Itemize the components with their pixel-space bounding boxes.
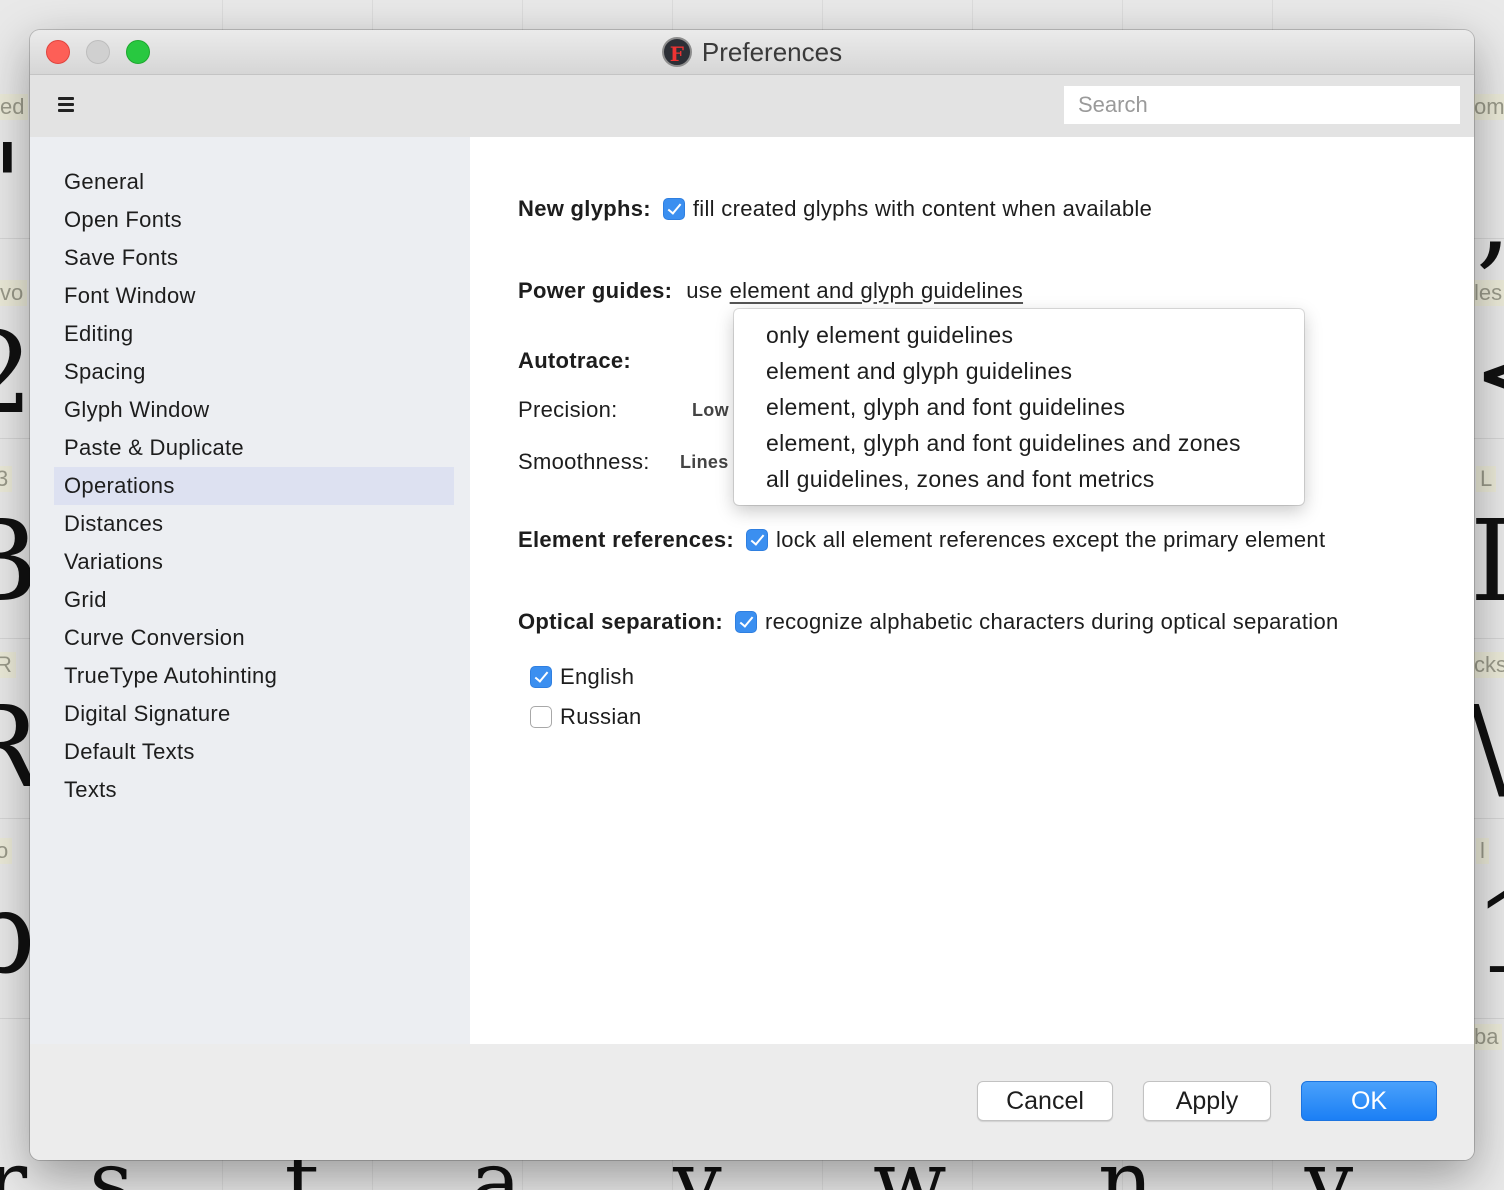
hamburger-menu-icon[interactable]	[58, 97, 74, 113]
sidebar-item-texts[interactable]: Texts	[54, 771, 454, 809]
glyph-cell-label: 3	[0, 466, 13, 492]
power-guides-label: Power guides:	[518, 278, 673, 303]
glyph-preview: 1	[1474, 878, 1504, 990]
title-bar[interactable]: F Preferences	[30, 30, 1474, 75]
element-references-text[interactable]: lock all element references except the p…	[776, 527, 1325, 553]
precision-label: Precision:	[518, 397, 618, 422]
precision-slider-min-label: Low	[692, 400, 729, 420]
dropdown-option[interactable]: element and glyph guidelines	[734, 353, 1304, 389]
smoothness-label: Smoothness:	[518, 449, 650, 474]
glyph-cell-label: cks	[1470, 652, 1504, 678]
glyph-cell-label: o	[0, 838, 13, 864]
window-title-group: F Preferences	[30, 30, 1474, 74]
glyph-preview: <	[1472, 318, 1504, 430]
new-glyphs-row: New glyphs: fill created glyphs with con…	[518, 196, 1152, 222]
sidebar-item-general[interactable]: General	[54, 163, 454, 201]
glyph-preview: '	[0, 130, 23, 242]
dropdown-option[interactable]: element, glyph and font guidelines and z…	[734, 425, 1304, 461]
glyph-preview: 2	[0, 318, 33, 430]
toolbar	[30, 75, 1474, 137]
sidebar-item-default-texts[interactable]: Default Texts	[54, 733, 454, 771]
sidebar-item-grid[interactable]: Grid	[54, 581, 454, 619]
sidebar-item-operations[interactable]: Operations	[54, 467, 454, 505]
glyph-cell-label: L	[1476, 466, 1497, 492]
autotrace-row: Autotrace:	[518, 348, 631, 374]
ok-button[interactable]: OK	[1301, 1081, 1437, 1121]
sidebar-item-paste-duplicate[interactable]: Paste & Duplicate	[54, 429, 454, 467]
english-checkbox[interactable]	[530, 666, 552, 688]
sidebar-list: General Open Fonts Save Fonts Font Windo…	[54, 163, 454, 809]
glyph-cell-label: ba	[1470, 1024, 1503, 1050]
power-guides-row: Power guides: use element and glyph guid…	[518, 278, 1023, 304]
dialog-footer: Cancel Apply OK	[30, 1044, 1474, 1160]
autotrace-label: Autotrace:	[518, 348, 632, 373]
dropdown-option[interactable]: element, glyph and font guidelines	[734, 389, 1304, 425]
glyph-preview: \	[1470, 683, 1504, 813]
glyph-cell-label: R	[0, 652, 16, 678]
power-guides-select[interactable]: element and glyph guidelines	[730, 278, 1023, 304]
optical-separation-label: Optical separation:	[518, 609, 723, 634]
element-references-checkbox[interactable]	[746, 529, 769, 551]
power-guides-prefix: use	[686, 278, 723, 303]
cancel-button[interactable]: Cancel	[977, 1081, 1113, 1121]
precision-row: Precision:	[518, 397, 618, 423]
sidebar-item-curve-conversion[interactable]: Curve Conversion	[54, 619, 454, 657]
glyph-cell-label: les	[1470, 280, 1504, 306]
sidebar-item-spacing[interactable]: Spacing	[54, 353, 454, 391]
optical-separation-row: Optical separation: recognize alphabetic…	[518, 609, 1339, 635]
sidebar-item-font-window[interactable]: Font Window	[54, 277, 454, 315]
app-icon: F	[661, 37, 692, 67]
glyph-cell-label: l	[1476, 838, 1489, 864]
search-input[interactable]	[1064, 86, 1460, 124]
optical-separation-text[interactable]: recognize alphabetic characters during o…	[765, 609, 1339, 635]
new-glyphs-checkbox[interactable]	[662, 198, 685, 220]
apply-button[interactable]: Apply	[1143, 1081, 1271, 1121]
preferences-window: F Preferences General Open Fonts Save Fo…	[30, 30, 1474, 1160]
element-references-label: Element references:	[518, 527, 735, 552]
russian-label[interactable]: Russian	[560, 704, 642, 730]
sidebar-item-save-fonts[interactable]: Save Fonts	[54, 239, 454, 277]
new-glyphs-text[interactable]: fill created glyphs with content when av…	[693, 196, 1152, 222]
dropdown-option[interactable]: all guidelines, zones and font metrics	[734, 461, 1304, 497]
element-references-row: Element references: lock all element ref…	[518, 527, 1325, 553]
smoothness-row: Smoothness:	[518, 449, 650, 475]
sidebar-item-truetype-autohinting[interactable]: TrueType Autohinting	[54, 657, 454, 695]
sidebar-item-editing[interactable]: Editing	[54, 315, 454, 353]
power-guides-dropdown-menu: only element guidelines element and glyp…	[734, 309, 1304, 505]
glyph-preview: I	[1470, 497, 1504, 627]
sidebar-item-variations[interactable]: Variations	[54, 543, 454, 581]
glyph-cell-label: om	[1470, 94, 1504, 120]
glyph-cell-label: ed	[0, 94, 29, 120]
optical-separation-checkbox[interactable]	[734, 611, 757, 633]
dropdown-option[interactable]: only element guidelines	[734, 317, 1304, 353]
glyph-preview: ,	[1476, 160, 1504, 272]
english-label[interactable]: English	[560, 664, 634, 690]
sidebar-item-open-fonts[interactable]: Open Fonts	[54, 201, 454, 239]
smoothness-slider-min-label: Lines	[680, 452, 729, 472]
russian-checkbox[interactable]	[530, 706, 552, 728]
sidebar-item-glyph-window[interactable]: Glyph Window	[54, 391, 454, 429]
glyph-cell-label: vo	[0, 280, 28, 306]
language-russian-row: Russian	[518, 704, 642, 730]
sidebar-item-digital-signature[interactable]: Digital Signature	[54, 695, 454, 733]
sidebar-item-distances[interactable]: Distances	[54, 505, 454, 543]
window-title: Preferences	[701, 36, 843, 67]
settings-panel: New glyphs: fill created glyphs with con…	[470, 137, 1474, 1044]
new-glyphs-label: New glyphs:	[518, 196, 651, 221]
language-english-row: English	[518, 664, 634, 690]
sidebar: General Open Fonts Save Fonts Font Windo…	[30, 137, 470, 1044]
